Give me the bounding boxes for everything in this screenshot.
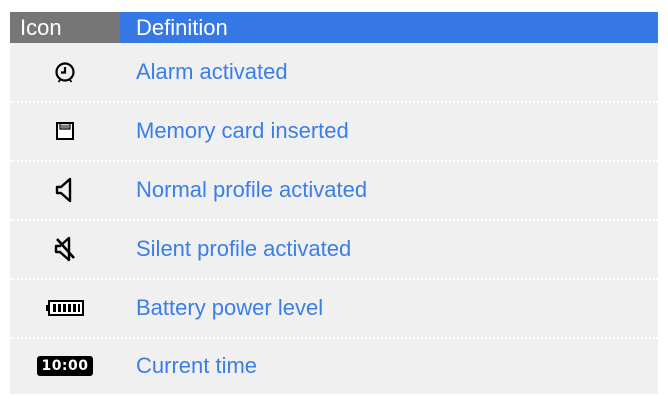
battery-icon [10, 279, 120, 337]
alarm-clock-icon [10, 43, 120, 101]
table-row: Battery power level [10, 279, 658, 337]
time-icon: 10:00 [10, 338, 120, 394]
table-row: Memory card inserted [10, 102, 658, 160]
table-row: Normal profile activated [10, 161, 658, 219]
row-definition: Alarm activated [136, 59, 288, 84]
icon-definition-table: Icon Definition Alarm activated Memory c… [10, 12, 658, 394]
time-badge: 10:00 [37, 356, 93, 376]
memory-card-icon [10, 102, 120, 160]
row-definition: Normal profile activated [136, 177, 368, 202]
table-row: Silent profile activated [10, 220, 658, 278]
table-row: 10:00 Current time [10, 338, 658, 394]
table-row: Alarm activated [10, 43, 658, 101]
table-header: Icon Definition [10, 12, 658, 43]
header-definition-column: Definition [120, 12, 658, 43]
row-definition: Current time [136, 353, 258, 378]
row-definition: Silent profile activated [136, 236, 352, 261]
header-icon-column: Icon [10, 12, 120, 43]
row-definition: Memory card inserted [136, 118, 349, 143]
speaker-icon [10, 161, 120, 219]
speaker-muted-icon [10, 220, 120, 278]
row-definition: Battery power level [136, 295, 324, 320]
